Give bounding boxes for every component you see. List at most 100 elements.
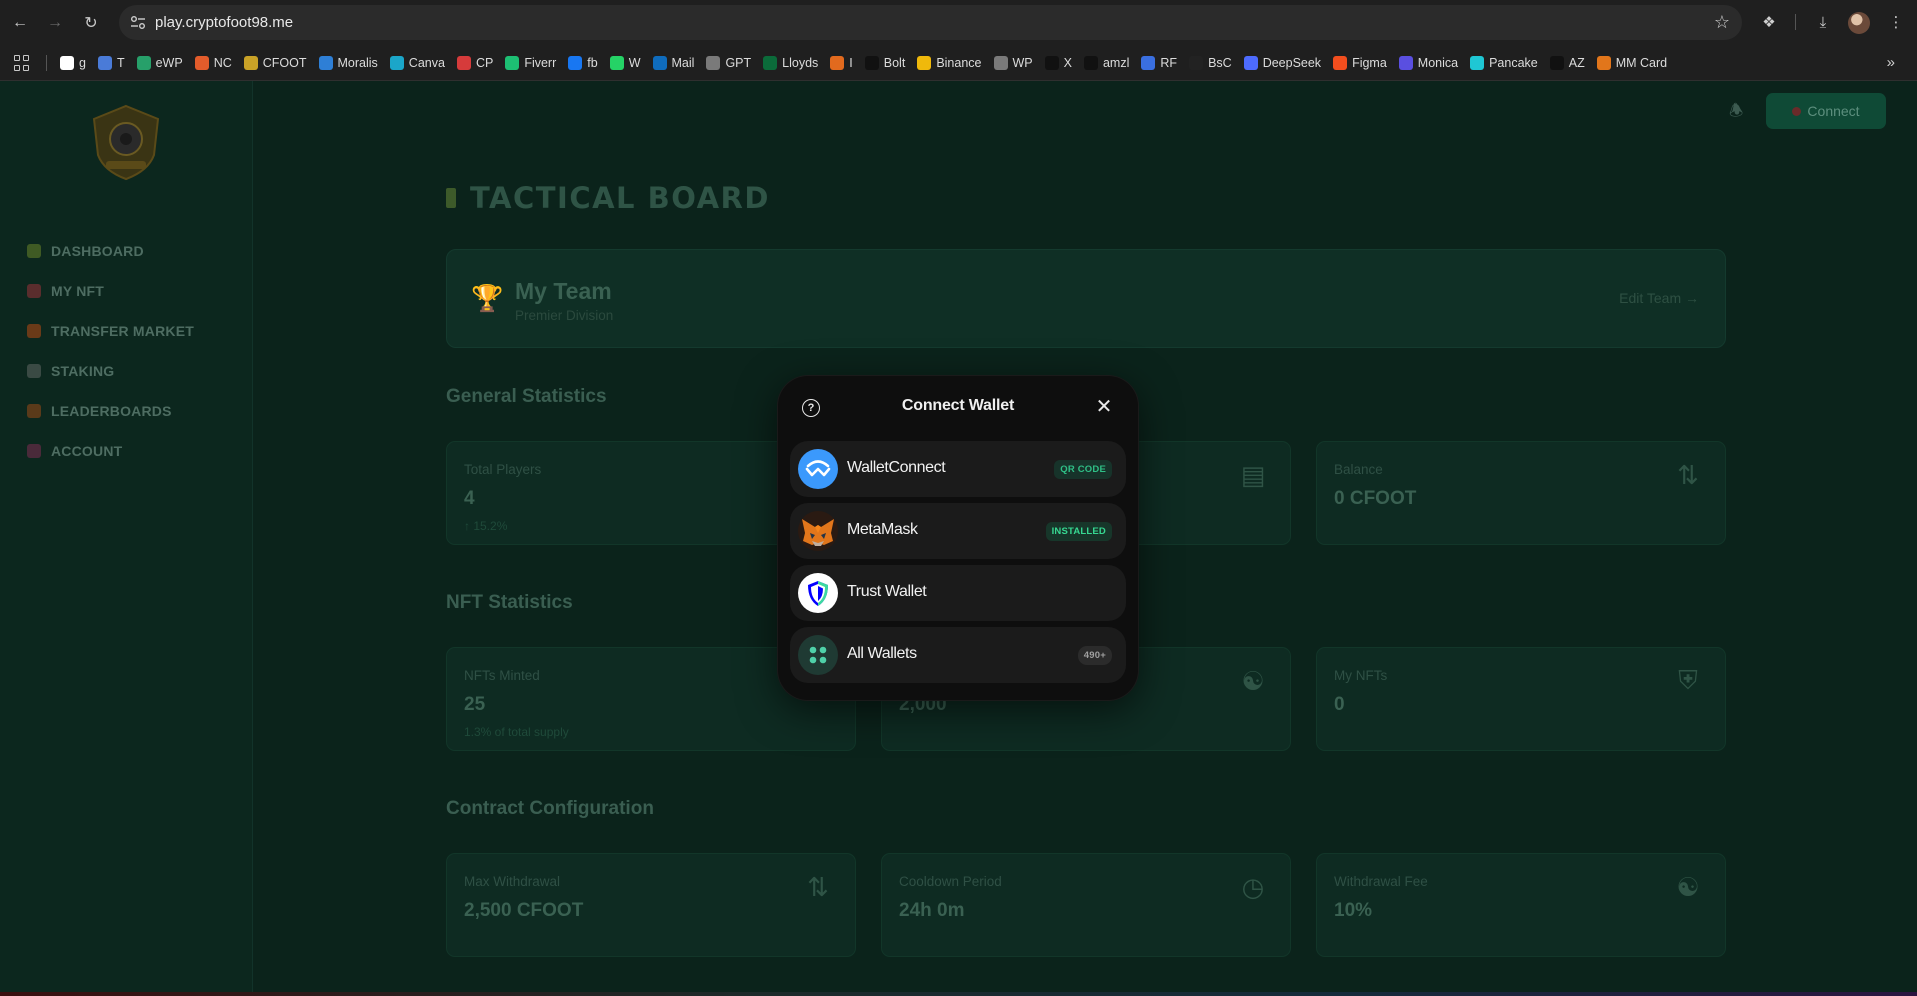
- stat-value: 0 CFOOT: [1334, 488, 1417, 509]
- extensions-icon[interactable]: ❖: [1758, 11, 1780, 33]
- bookmark-label: NC: [213, 56, 232, 70]
- all-wallets-grid-icon: [798, 635, 838, 675]
- wallet-option-metamask[interactable]: MetaMask INSTALLED: [790, 503, 1126, 559]
- installed-badge: INSTALLED: [1045, 522, 1112, 541]
- bookmark-item[interactable]: W: [609, 56, 641, 70]
- wallet-option-walletconnect[interactable]: WalletConnect QR CODE: [790, 441, 1126, 497]
- bookmark-item[interactable]: Bolt: [864, 56, 905, 70]
- nav-icon: [27, 324, 41, 338]
- bookmark-favicon-icon: [243, 56, 258, 70]
- reload-button[interactable]: ↻: [80, 12, 102, 34]
- sidebar-item-account[interactable]: ACCOUNT: [27, 431, 194, 471]
- bookmark-item[interactable]: GPT: [706, 56, 751, 70]
- bookmark-item[interactable]: CFOOT: [243, 56, 307, 70]
- bookmark-favicon-icon: [706, 56, 721, 70]
- bookmark-item[interactable]: Moralis: [318, 56, 378, 70]
- bookmark-item[interactable]: DeepSeek: [1243, 56, 1321, 70]
- bookmark-favicon-icon: [864, 56, 879, 70]
- bookmark-item[interactable]: RF: [1141, 56, 1177, 70]
- bookmark-favicon-icon: [1596, 56, 1611, 70]
- modal-title: Connect Wallet: [901, 397, 1015, 414]
- bookmark-item[interactable]: Binance: [917, 56, 982, 70]
- sidebar-item-my-nft[interactable]: MY NFT: [27, 271, 194, 311]
- bookmark-item[interactable]: Fiverr: [505, 56, 556, 70]
- bookmark-favicon-icon: [763, 56, 778, 70]
- bookmark-item[interactable]: BsC: [1189, 56, 1232, 70]
- team-name: My Team: [515, 278, 612, 304]
- sidebar-item-staking[interactable]: STAKING: [27, 351, 194, 391]
- bookmark-item[interactable]: CP: [456, 56, 494, 70]
- bookmark-item[interactable]: amzl: [1083, 56, 1130, 70]
- stat-card-balance: Balance 0 CFOOT ⇅: [1316, 441, 1726, 545]
- trophy-icon: 🏆: [471, 283, 504, 313]
- connect-button[interactable]: Connect: [1766, 93, 1886, 129]
- bookmark-item[interactable]: I: [830, 56, 853, 70]
- bell-icon[interactable]: 🕭: [1729, 100, 1747, 120]
- wallet-name: Trust Wallet: [847, 583, 927, 600]
- bookmark-item[interactable]: WP: [993, 56, 1033, 70]
- sidebar-item-label: STAKING: [51, 363, 115, 379]
- cryptofoot-logo: [92, 104, 160, 181]
- bookmark-star-icon[interactable]: ☆: [1714, 12, 1730, 33]
- sidebar-item-label: ACCOUNT: [51, 443, 123, 459]
- bookmark-favicon-icon: [917, 56, 932, 70]
- wallet-icon: ▤: [1240, 459, 1266, 490]
- close-icon[interactable]: ✕: [1094, 396, 1114, 418]
- bookmark-label: Moralis: [337, 56, 378, 70]
- bookmark-label: amzl: [1102, 56, 1130, 70]
- bookmark-label: CP: [475, 56, 494, 70]
- bookmark-label: eWP: [155, 56, 183, 70]
- sidebar-item-dashboard[interactable]: DASHBOARD: [27, 231, 194, 271]
- bookmark-label: BsC: [1208, 56, 1232, 70]
- wallet-option-all-wallets[interactable]: All Wallets 490+: [790, 627, 1126, 683]
- bookmark-item[interactable]: Mail: [652, 56, 694, 70]
- apps-grid-icon[interactable]: [14, 55, 30, 71]
- bookmark-item[interactable]: fb: [568, 56, 598, 70]
- stat-card-withdrawal-fee: Withdrawal Fee 10% ☯: [1316, 853, 1726, 957]
- bookmark-label: Figma: [1352, 56, 1387, 70]
- bookmark-item[interactable]: Pancake: [1470, 56, 1538, 70]
- bookmark-label: T: [116, 56, 125, 70]
- stat-label: Max Withdrawal: [464, 874, 561, 889]
- more-bookmarks-icon[interactable]: »: [1887, 54, 1895, 71]
- url-text[interactable]: play.cryptofoot98.me: [155, 14, 293, 31]
- sidebar-item-leaderboards[interactable]: LEADERBOARDS: [27, 391, 194, 431]
- bookmark-item[interactable]: Lloyds: [763, 56, 818, 70]
- bookmark-item[interactable]: Monica: [1398, 56, 1458, 70]
- bookmark-item[interactable]: g: [60, 56, 86, 70]
- bookmark-label: MM Card: [1615, 56, 1668, 70]
- bookmark-label: g: [79, 56, 86, 70]
- walletconnect-icon: [798, 449, 838, 489]
- edit-team-link[interactable]: Edit Team →: [1619, 290, 1699, 306]
- download-icon[interactable]: ⤓: [1812, 11, 1834, 33]
- bookmarks-divider: [46, 55, 47, 71]
- bookmark-favicon-icon: [136, 56, 151, 70]
- toolbar-divider: [1795, 14, 1796, 30]
- bookmark-item[interactable]: Canva: [389, 56, 445, 70]
- bookmark-item[interactable]: X: [1044, 56, 1072, 70]
- bookmark-favicon-icon: [1470, 56, 1485, 70]
- menu-kebab-icon[interactable]: ⋮: [1885, 11, 1907, 33]
- bookmark-favicon-icon: [1243, 56, 1258, 70]
- stat-value: 25: [464, 694, 486, 715]
- sidebar-item-transfer-market[interactable]: TRANSFER MARKET: [27, 311, 194, 351]
- bookmark-item[interactable]: MM Card: [1596, 56, 1668, 70]
- address-bar[interactable]: play.cryptofoot98.me ☆: [119, 5, 1742, 40]
- bookmark-item[interactable]: T: [97, 56, 125, 70]
- bookmark-favicon-icon: [609, 56, 624, 70]
- forward-button[interactable]: →: [44, 12, 66, 34]
- stat-card-my-nfts: My NFTs 0 ⛨: [1316, 647, 1726, 751]
- back-button[interactable]: ←: [9, 12, 31, 34]
- bookmark-label: GPT: [725, 56, 752, 70]
- bookmark-favicon-icon: [318, 56, 333, 70]
- bookmark-item[interactable]: Figma: [1333, 56, 1387, 70]
- bookmark-favicon-icon: [993, 56, 1008, 70]
- bookmark-item[interactable]: AZ: [1549, 56, 1585, 70]
- bookmark-item[interactable]: eWP: [136, 56, 183, 70]
- stat-sub: ↑ 15.2%: [464, 519, 508, 533]
- site-settings-icon[interactable]: [130, 15, 146, 30]
- wallet-option-trust-wallet[interactable]: Trust Wallet: [790, 565, 1126, 621]
- bookmark-favicon-icon: [1333, 56, 1348, 70]
- bookmark-item[interactable]: NC: [194, 56, 232, 70]
- profile-avatar[interactable]: [1848, 12, 1870, 34]
